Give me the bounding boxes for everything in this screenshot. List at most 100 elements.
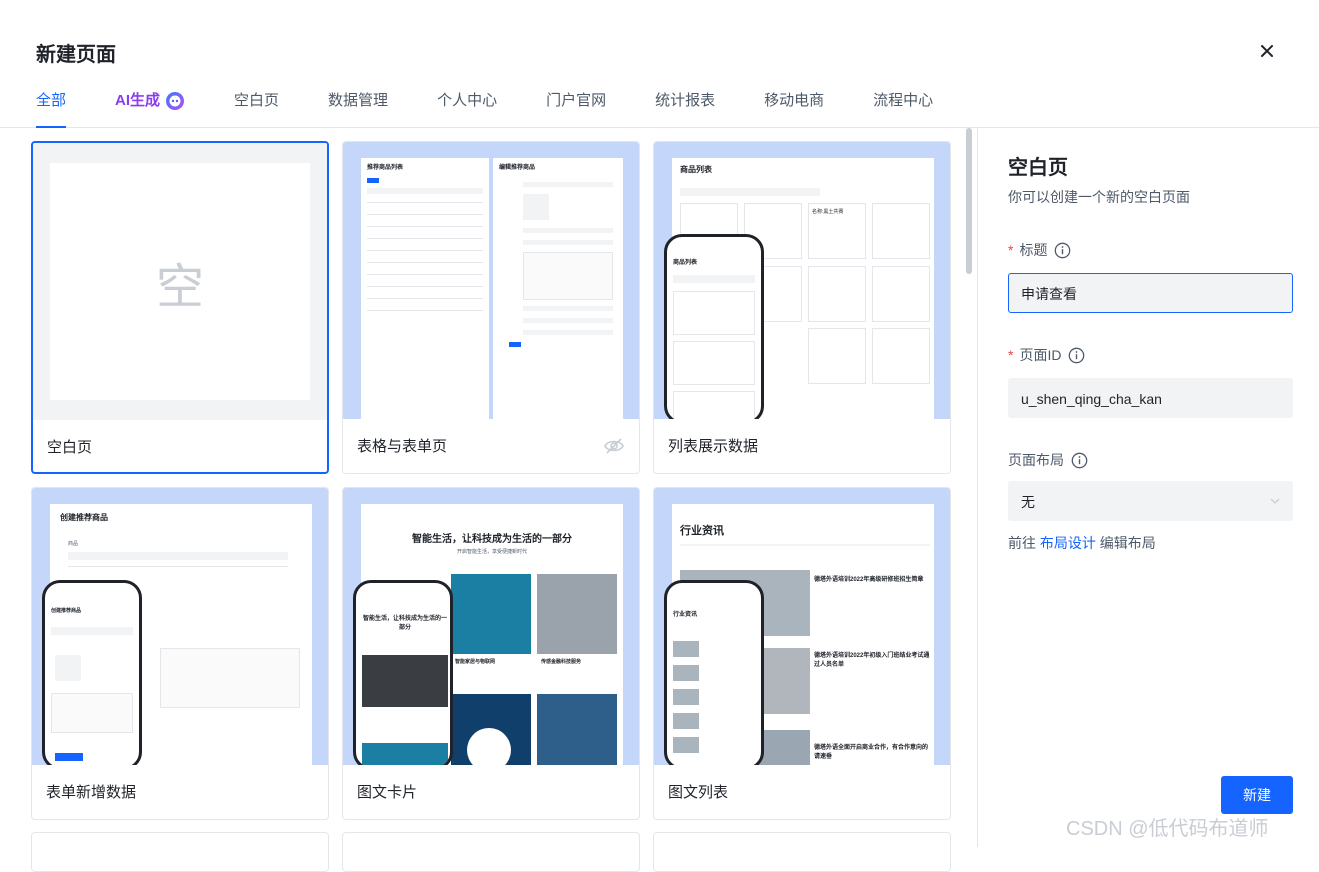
edit-layout-text: 编辑布局: [1099, 535, 1156, 551]
phone-thumb: [673, 713, 699, 729]
iot-image: [451, 574, 531, 654]
phone-search: [673, 275, 755, 283]
preview-upload: [523, 194, 549, 220]
required-mark: *: [1008, 347, 1014, 363]
tab-blank[interactable]: 空白页: [234, 90, 279, 128]
phone-item: [673, 391, 755, 419]
phone-editor: [51, 693, 133, 733]
phone-title: 创建推荐商品: [51, 608, 82, 614]
tab-all[interactable]: 全部: [36, 90, 67, 128]
watermark: CSDN @低代码布道师: [1066, 818, 1269, 840]
preview-row: [367, 202, 483, 203]
tab-personal-center[interactable]: 个人中心: [437, 90, 497, 128]
template-card-partial[interactable]: [342, 832, 640, 872]
title-input[interactable]: 申请查看: [1008, 273, 1293, 313]
grid-scrollbar[interactable]: [966, 128, 974, 847]
template-card-image-cards[interactable]: 智能生活，让科技成为生活的一部分 开启智能生活，享受便捷新时代 智能家居与物联网…: [342, 487, 640, 820]
phone-image: [362, 743, 448, 765]
phone-submit: [55, 753, 83, 761]
template-card-form-new[interactable]: 创建推荐商品 商品 创建推荐商品 表单新增数据: [31, 487, 329, 820]
preview-article-title: 德塔外语培训2022年初级入门班结业考试通过人员名单: [814, 653, 930, 668]
eye-off-icon[interactable]: [603, 435, 625, 457]
info-icon[interactable]: [1068, 347, 1085, 364]
page-id-input[interactable]: u_shen_qing_cha_kan: [1008, 378, 1293, 418]
fintech-image: [537, 574, 617, 654]
link-prefix: 前往: [1008, 535, 1036, 551]
tab-portal[interactable]: 门户官网: [546, 90, 606, 128]
preview-table-header: [367, 188, 483, 194]
help-bubble: [467, 728, 511, 765]
template-card-partial[interactable]: [31, 832, 329, 872]
phone-image: [362, 655, 448, 707]
template-card-list[interactable]: 商品列表 名称:黑土共赛 商品列表 列表展示数据: [653, 141, 951, 474]
create-button[interactable]: 新建: [1221, 776, 1293, 814]
preview-input: [523, 330, 613, 335]
preview-title: 创建推荐商品: [60, 513, 108, 522]
layout-field-label: 页面布局: [1008, 450, 1088, 470]
template-thumbnail: 推荐商品列表 编辑推荐商品: [343, 142, 639, 419]
preview-input: [523, 306, 613, 311]
info-icon[interactable]: [1071, 452, 1088, 469]
preview-editor: [523, 252, 613, 300]
panel-title: 空白页: [1008, 157, 1068, 179]
template-card-article-list[interactable]: 行业资讯 德塔外语培训2022年高级研修班招生简章 德塔外语培训2022年初级入…: [653, 487, 951, 820]
phone-thumb: [673, 665, 699, 681]
tab-ai-generate[interactable]: AI生成: [115, 90, 185, 128]
preview-item: [872, 203, 930, 259]
preview-desc: [680, 544, 930, 546]
form-preview: 编辑推荐商品: [493, 158, 623, 419]
preview-input: [523, 182, 613, 187]
template-thumbnail: 商品列表 名称:黑土共赛 商品列表: [654, 142, 950, 419]
phone-preview: 商品列表: [664, 234, 764, 419]
tab-data-management[interactable]: 数据管理: [328, 90, 388, 128]
preview-subline: 开启智能生活，享受便捷新时代: [456, 549, 527, 555]
tab-label: 流程中心: [873, 92, 934, 109]
template-thumbnail: 智能生活，让科技成为生活的一部分 开启智能生活，享受便捷新时代 智能家居与物联网…: [343, 488, 639, 765]
preview-input: [523, 228, 613, 233]
tab-mobile-commerce[interactable]: 移动电商: [764, 90, 824, 128]
preview-row: [367, 286, 483, 287]
preview-input: [523, 318, 613, 323]
label-text: 页面ID: [1019, 347, 1062, 363]
scrollbar-thumb[interactable]: [966, 128, 972, 274]
panel-description: 你可以创建一个新的空白页面: [1008, 189, 1190, 205]
preview-card-title: 名称:黑土共赛: [812, 209, 844, 215]
tab-label: 统计报表: [655, 92, 716, 109]
chevron-down-icon: [1270, 498, 1280, 504]
preview-item: [872, 328, 930, 384]
tab-label: 门户官网: [546, 92, 607, 109]
phone-title: 行业资讯: [673, 612, 698, 618]
dialog-header: 新建页面 全部 AI生成 空白页 数据管理 个人中心 门户官网 统计报表 移动电…: [0, 0, 1319, 128]
layout-design-link[interactable]: 布局设计: [1040, 535, 1096, 551]
phone-thumb: [673, 737, 699, 753]
preview-headline: 智能生活，让科技成为生活的一部分: [412, 534, 572, 545]
template-card-partial[interactable]: [653, 832, 951, 872]
preview-row: [367, 262, 483, 263]
preview-row: [367, 310, 483, 311]
ai-robot-icon: [166, 92, 185, 110]
tab-label: 数据管理: [328, 92, 389, 109]
info-icon[interactable]: [1054, 242, 1071, 259]
phone-upload: [55, 655, 81, 681]
tab-label: 个人中心: [437, 92, 498, 109]
tab-label: 空白页: [234, 92, 280, 109]
preview-item-title: 智能家居与物联网: [455, 659, 496, 665]
phone-thumb: [673, 641, 699, 657]
phone-thumb: [673, 689, 699, 705]
template-card-blank[interactable]: 空 空白页: [31, 141, 329, 474]
template-thumbnail: 空: [33, 143, 327, 420]
phone-item: [673, 291, 755, 335]
preview-tab-active: [367, 178, 379, 183]
close-icon[interactable]: [1256, 40, 1278, 62]
tab-reports[interactable]: 统计报表: [655, 90, 715, 128]
preview-item-title: 传感金融科技服务: [541, 659, 582, 665]
template-label: 图文卡片: [357, 784, 418, 801]
preview-submit: [509, 342, 521, 347]
preview-row: [367, 226, 483, 227]
phone-preview: 创建推荐商品: [42, 580, 142, 765]
phone-item: [673, 341, 755, 385]
template-card-table-form[interactable]: 推荐商品列表 编辑推荐商品 表格与表单页: [342, 141, 640, 474]
layout-select[interactable]: 无: [1008, 481, 1293, 521]
tab-workflow[interactable]: 流程中心: [873, 90, 933, 128]
preview-title: 行业资讯: [680, 525, 724, 537]
